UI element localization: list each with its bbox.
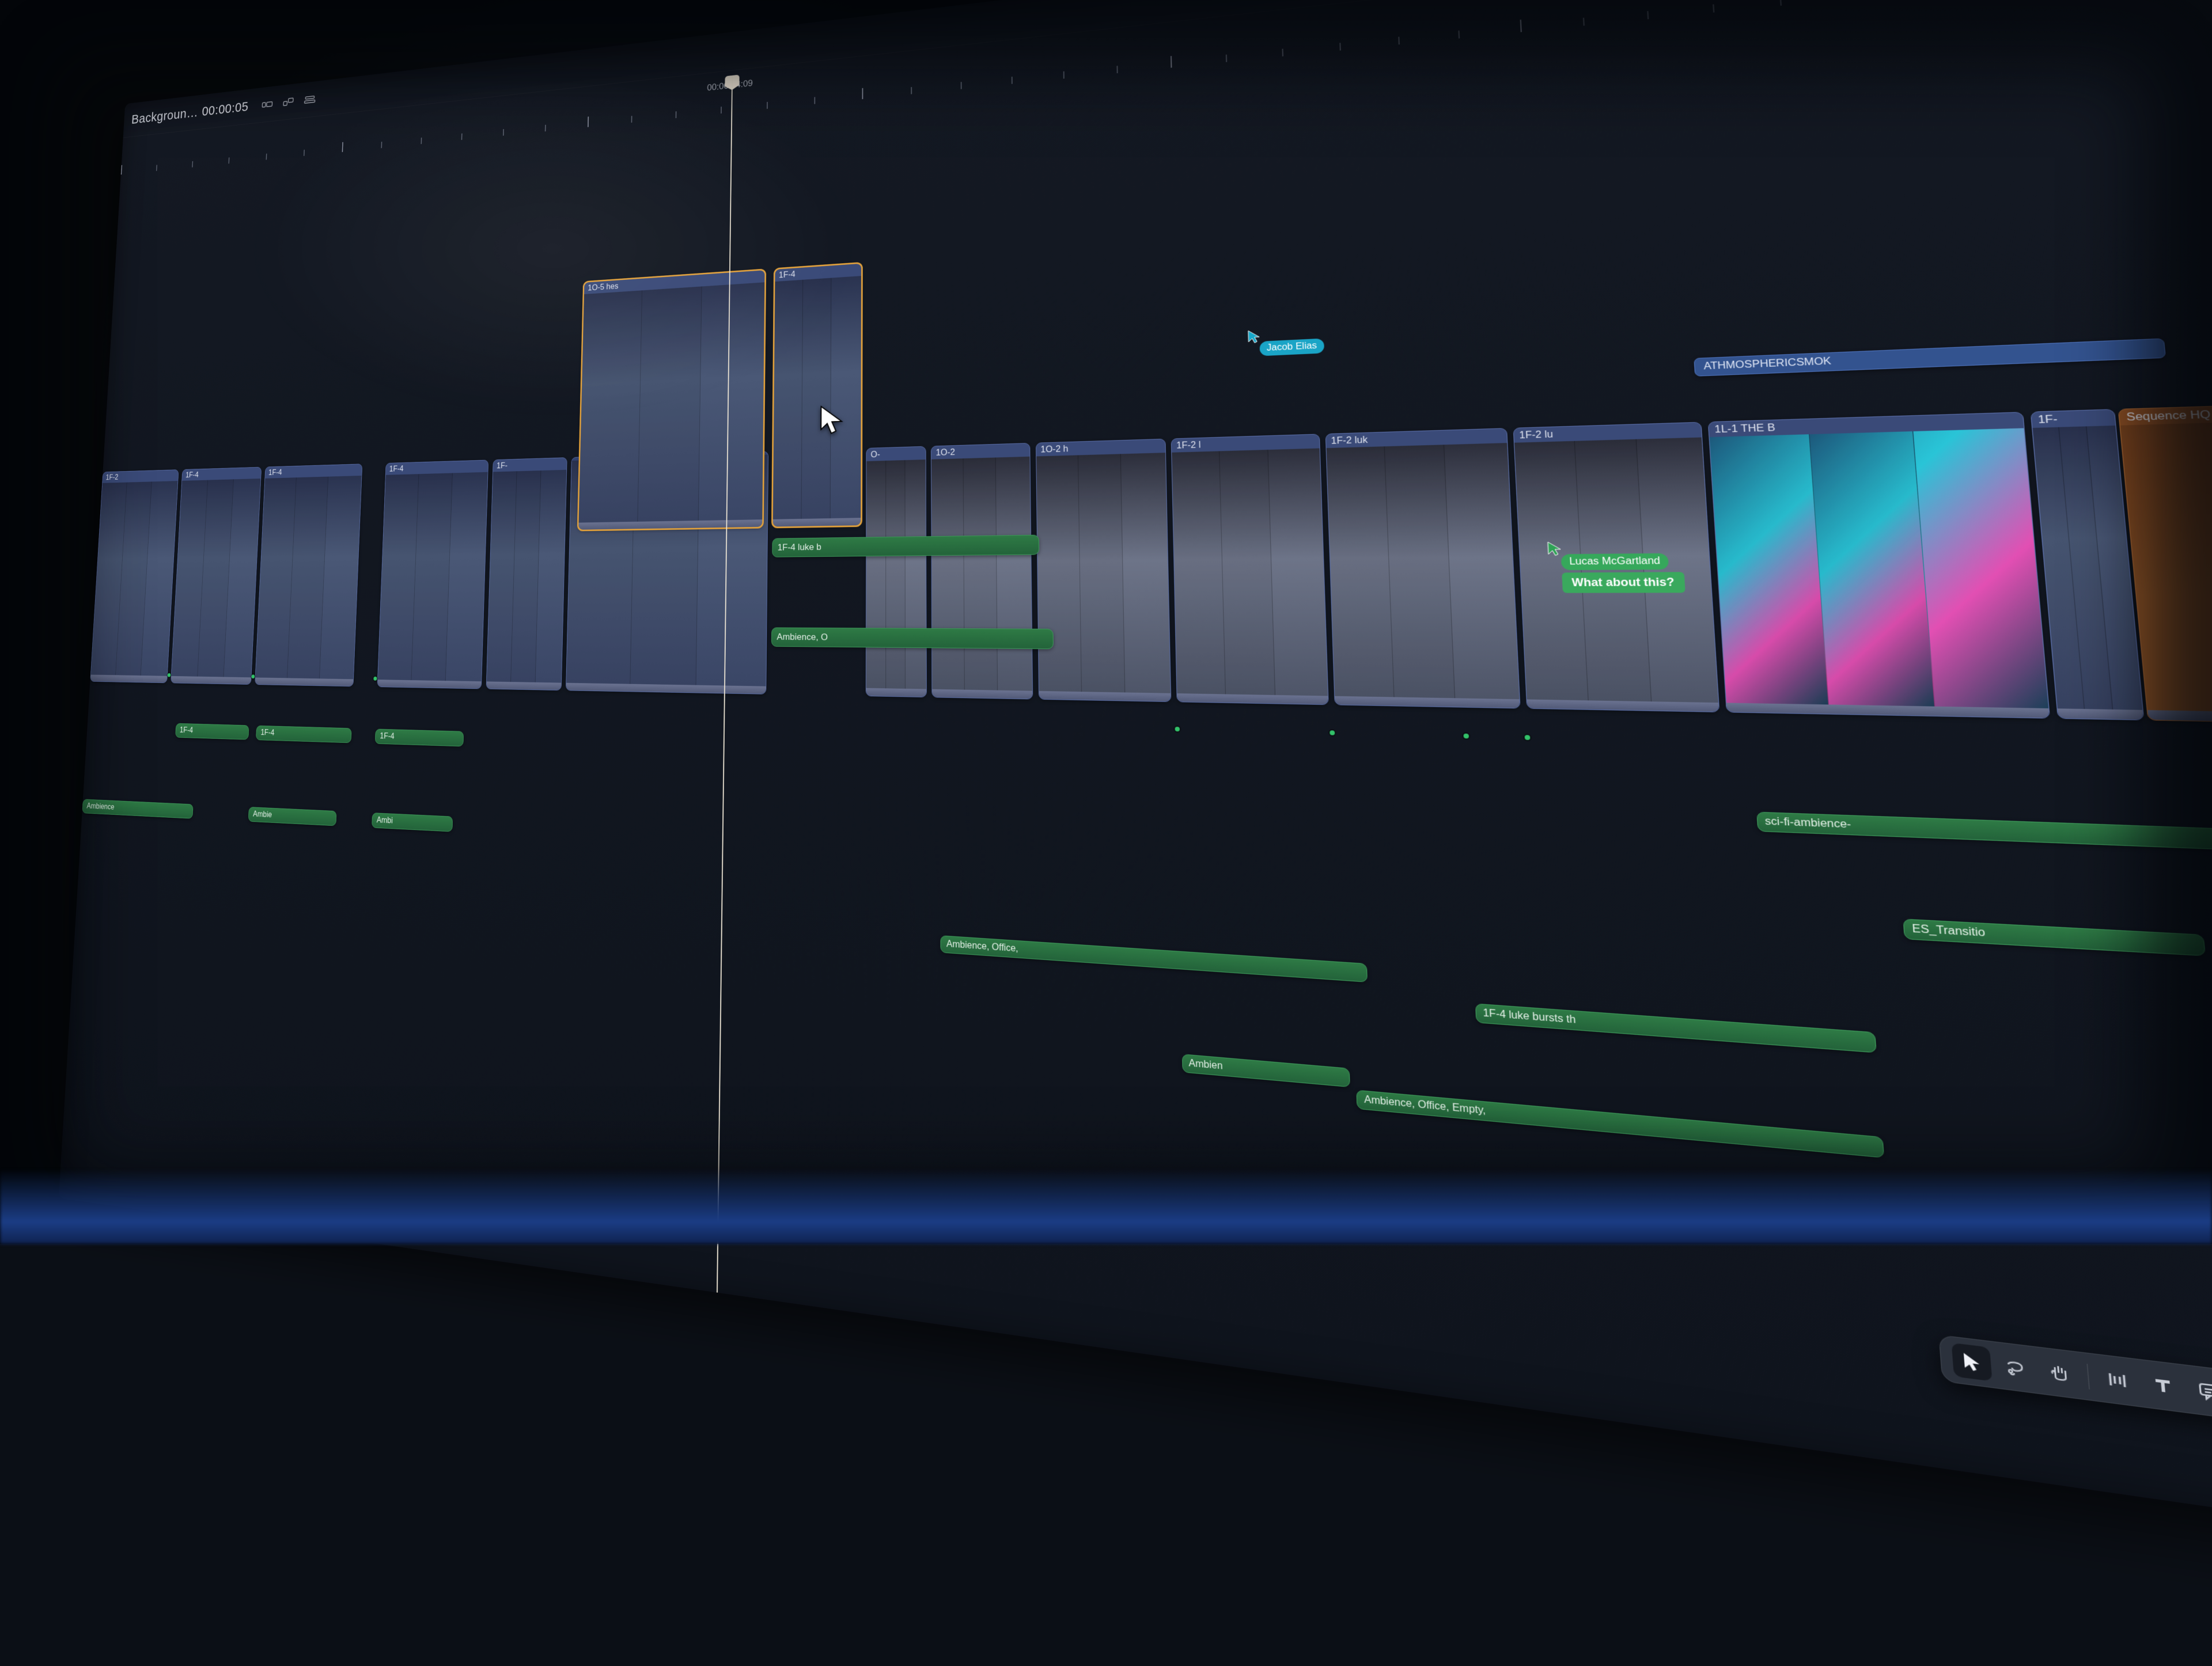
clip-duration: 00:00:05 <box>202 99 249 119</box>
collab-cursor-jacob: Jacob Elias <box>1247 329 1260 344</box>
clip-label: 1F- <box>2031 409 2115 428</box>
video-clip[interactable]: 1F-4 <box>255 464 362 686</box>
audio-clip[interactable]: sci-fi-ambience- <box>1756 811 2212 851</box>
audio-clip[interactable]: Ambience, Office, Empty, <box>1356 1090 1884 1158</box>
audio-clip[interactable]: 1F-4 <box>256 725 352 743</box>
video-clip[interactable]: 1F-4 <box>377 460 488 689</box>
selected-clip-info: Backgroun… 00:00:05 <box>131 99 249 127</box>
select-tool[interactable] <box>1951 1342 1992 1381</box>
clip-label: Sequence HQ - Downtown Long Be <box>2119 380 2212 426</box>
audio-clip[interactable]: Ambience, Office, <box>940 935 1368 982</box>
video-clip[interactable]: 1O-2 h <box>1035 438 1171 701</box>
trim-tool[interactable] <box>2095 1360 2138 1400</box>
video-clip[interactable]: 1F- <box>486 457 567 690</box>
video-clip[interactable]: O- <box>865 446 926 697</box>
keyframe-dot-icon[interactable] <box>1463 733 1469 738</box>
video-clip[interactable]: 1O-5 hes <box>578 270 766 530</box>
clip-stack-icon[interactable] <box>302 91 319 107</box>
comment-tool[interactable] <box>2187 1371 2212 1411</box>
editor-panel: Backgroun… 00:00:05 <box>59 0 2212 1644</box>
video-clip[interactable]: 1F-4 <box>772 263 861 527</box>
video-clip[interactable]: 1F-2 <box>90 469 179 683</box>
audio-clip[interactable]: ES_Transitio <box>1903 919 2206 956</box>
audio-clip[interactable]: Ambi <box>372 813 453 832</box>
lasso-tool[interactable] <box>1994 1348 2036 1387</box>
clip-label: O- <box>866 446 926 461</box>
video-clip[interactable]: 1O-2 <box>931 443 1033 700</box>
video-clip[interactable]: 1F-2 lu <box>1513 422 1719 712</box>
audio-clip[interactable]: 1F-4 <box>374 728 464 746</box>
video-clip[interactable]: 1F-4 <box>171 467 261 685</box>
audio-clip[interactable]: Ambience <box>82 799 193 818</box>
keyframe-dot-icon[interactable] <box>1330 730 1335 735</box>
keyframe-dot-icon[interactable] <box>251 674 255 678</box>
clip-appearance-icon[interactable] <box>259 96 275 112</box>
timeline-area[interactable]: ATHMOSPHERICSMOK1F-21F-41F-41F-41F-O-1O-… <box>62 0 2212 1545</box>
keyframe-dot-icon[interactable] <box>373 677 377 681</box>
video-clip[interactable]: 1F-2 l <box>1171 434 1328 705</box>
hand-tool[interactable] <box>2038 1353 2080 1392</box>
audio-clip[interactable]: 1F-4 luke b <box>772 535 1039 557</box>
audio-clip[interactable]: Ambie <box>248 807 336 826</box>
keyframe-dot-icon[interactable] <box>1525 735 1531 740</box>
timeline-view-buttons <box>259 91 319 112</box>
audio-clip[interactable]: 1F-4 <box>175 723 249 739</box>
audio-clip[interactable]: Ambien <box>1181 1053 1350 1087</box>
video-clip[interactable]: 1F-2 luk <box>1325 428 1520 708</box>
keyframe-dot-icon[interactable] <box>1175 726 1180 731</box>
title-clip[interactable]: ATHMOSPHERICSMOK <box>1694 337 2165 376</box>
audio-clip[interactable]: 1F-4 luke bursts th <box>1475 1003 1877 1052</box>
video-clip[interactable]: 1L-1 THE B <box>1707 412 2050 719</box>
clip-connect-icon[interactable] <box>281 94 297 110</box>
keyframe-dot-icon[interactable] <box>168 673 171 677</box>
collab-name: Jacob Elias <box>1259 338 1325 356</box>
text-tool[interactable] <box>2141 1366 2184 1406</box>
audio-clip[interactable]: Ambience, O <box>771 627 1053 649</box>
clip-name: Backgroun… <box>131 105 198 127</box>
